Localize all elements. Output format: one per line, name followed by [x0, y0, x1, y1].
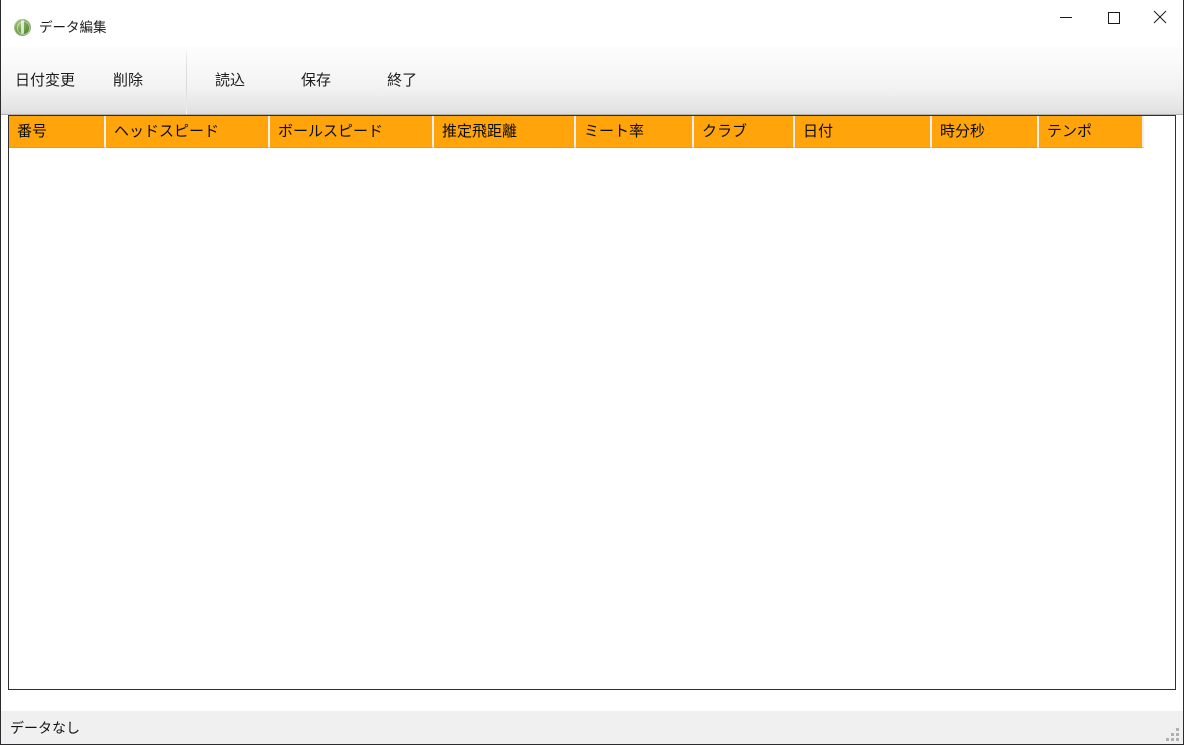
toolbar-button-load[interactable]: 読込: [211, 69, 249, 93]
column-header-tempo[interactable]: テンポ: [1039, 116, 1144, 148]
column-header-meet-rate[interactable]: ミート率: [576, 116, 694, 148]
status-message: データなし: [10, 719, 80, 736]
close-icon: [1151, 8, 1169, 26]
toolbar: 日付変更 削除 読込 保存 終了: [1, 47, 1183, 115]
data-grid-body[interactable]: [9, 148, 1175, 689]
resize-grip-icon[interactable]: [1164, 726, 1179, 741]
column-header-number[interactable]: 番号: [9, 116, 106, 148]
column-header-ball-speed[interactable]: ボールスピード: [270, 116, 434, 148]
maximize-icon: [1105, 9, 1121, 25]
column-header-date[interactable]: 日付: [795, 116, 932, 148]
column-header-estimated-distance[interactable]: 推定飛距離: [434, 116, 576, 148]
maximize-button[interactable]: [1089, 0, 1136, 33]
window-controls: [1042, 0, 1183, 33]
close-button[interactable]: [1136, 0, 1183, 33]
toolbar-button-save[interactable]: 保存: [297, 69, 335, 93]
minimize-button[interactable]: [1042, 0, 1089, 33]
toolbar-separator: [186, 47, 188, 114]
status-bar: データなし: [1, 711, 1183, 744]
column-header-filler: [1144, 116, 1175, 148]
column-header-club[interactable]: クラブ: [694, 116, 795, 148]
window-title: データ編集: [39, 19, 107, 35]
title-bar: データ編集: [1, 0, 1183, 47]
data-edit-window: データ編集 日付変更 削除 読込 保存 終了 番号 ヘッドスピード ボールスピー…: [0, 0, 1184, 745]
minimize-icon: [1058, 9, 1074, 25]
column-header-head-speed[interactable]: ヘッドスピード: [106, 116, 270, 148]
title-bar-left: データ編集: [1, 0, 107, 46]
toolbar-button-change-date[interactable]: 日付変更: [11, 69, 79, 93]
toolbar-button-exit[interactable]: 終了: [383, 69, 421, 93]
data-grid-header-row: 番号 ヘッドスピード ボールスピード 推定飛距離 ミート率 クラブ 日付 時分秒…: [9, 116, 1175, 148]
column-header-time[interactable]: 時分秒: [932, 116, 1039, 148]
data-grid: 番号 ヘッドスピード ボールスピード 推定飛距離 ミート率 クラブ 日付 時分秒…: [8, 115, 1176, 690]
toolbar-button-delete[interactable]: 削除: [109, 69, 147, 93]
golf-ball-globe-icon: [14, 18, 31, 36]
